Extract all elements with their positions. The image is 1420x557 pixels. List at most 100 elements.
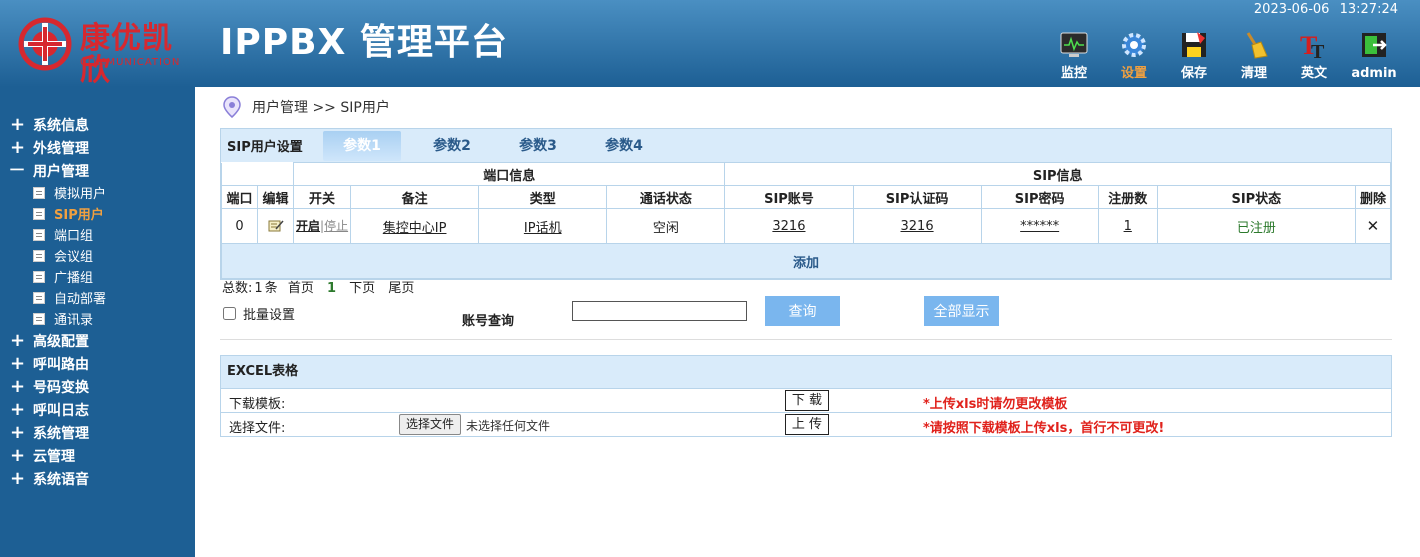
col-header-note: 备注 <box>350 185 480 209</box>
toolbar-language-button[interactable]: TT 英文 <box>1290 30 1338 86</box>
sidebar-menu-trunk[interactable]: + 外线管理 <box>0 136 195 159</box>
col-header-switch: 开关 <box>293 185 352 209</box>
batch-setting-checkbox[interactable] <box>223 307 236 320</box>
save-icon <box>1182 32 1206 57</box>
download-warning: *上传xls时请勿更改模板 <box>923 397 1068 412</box>
download-template-label: 下载模板: <box>229 397 286 412</box>
date-text: 2023-06-06 <box>1253 2 1330 17</box>
submenu-label: 模拟用户 <box>54 187 107 202</box>
choose-file-button[interactable]: 选择文件 <box>399 414 462 435</box>
switch-on-link[interactable]: 开启 <box>296 219 320 233</box>
col-header-call-status: 通话状态 <box>606 185 726 209</box>
sidebar-item-conference[interactable]: 会议组 <box>0 245 195 266</box>
sidebar-menu-advanced[interactable]: + 高级配置 <box>0 329 195 352</box>
language-icon: TT <box>1300 31 1325 60</box>
download-button[interactable]: 下 载 <box>785 390 829 411</box>
port-cell: 0 <box>220 208 259 244</box>
page-icon <box>33 228 45 241</box>
download-template-row: 下载模板: 下 载 *上传xls时请勿更改模板 <box>221 388 1391 412</box>
password-link[interactable]: ****** <box>1020 219 1059 234</box>
toolbar-monitor-button[interactable]: 监控 <box>1050 30 1098 86</box>
header-bar: 康优凯欣 COMMUNICATION IPPBX 管理平台 2023-06-06… <box>0 0 1420 87</box>
col-header-delete: 删除 <box>1354 185 1392 209</box>
search-button[interactable]: 查询 <box>765 296 840 326</box>
reg-count-link[interactable]: 1 <box>1124 219 1132 234</box>
switch-cell: 开启|停止 <box>293 208 352 244</box>
sidebar-menu-system-voice[interactable]: + 系统语音 <box>0 467 195 490</box>
expand-icon: + <box>10 467 26 489</box>
edit-cell <box>257 208 295 244</box>
page-icon <box>33 249 45 262</box>
toolbar-save-button[interactable]: 保存 <box>1170 30 1218 86</box>
switch-off-link[interactable]: 停止 <box>324 219 348 233</box>
delete-icon[interactable]: ✕ <box>1367 217 1380 235</box>
expand-icon: + <box>10 329 26 351</box>
svg-text:T: T <box>1311 41 1325 60</box>
sip-user-table: 端口信息 SIP信息 端口 编辑 开关 备注 类型 通话状态 SIP账号 SIP… <box>220 162 1392 279</box>
toolbar-label: 英文 <box>1300 66 1327 81</box>
monitor-icon <box>1060 32 1088 57</box>
tab-param3[interactable]: 参数3 <box>495 131 581 161</box>
toolbar-settings-button[interactable]: 设置 <box>1110 30 1158 86</box>
edit-icon[interactable] <box>268 219 284 233</box>
divider <box>220 339 1392 340</box>
note-link[interactable]: 集控中心IP <box>383 221 447 236</box>
account-query-input[interactable] <box>572 301 747 321</box>
menu-label: 呼叫日志 <box>33 402 89 419</box>
sidebar-menu-cloud[interactable]: + 云管理 <box>0 444 195 467</box>
column-header-row: 端口 编辑 开关 备注 类型 通话状态 SIP账号 SIP认证码 SIP密码 注… <box>220 185 1392 209</box>
first-page-link[interactable]: 首页 <box>288 281 314 296</box>
tab-param4[interactable]: 参数4 <box>581 131 667 161</box>
col-header-port: 端口 <box>220 185 259 209</box>
sidebar-item-analog-users[interactable]: 模拟用户 <box>0 182 195 203</box>
sidebar-item-sip-users[interactable]: SIP用户 <box>0 203 195 224</box>
logo-mark-icon <box>18 17 72 71</box>
add-button[interactable]: 添加 <box>221 243 1391 279</box>
auth-cell: 3216 <box>852 208 982 244</box>
company-logo: 康优凯欣 COMMUNICATION <box>18 17 198 87</box>
sidebar-menu-users[interactable]: 一用户管理 <box>0 159 195 182</box>
toolbar-clean-button[interactable]: 清理 <box>1230 30 1278 86</box>
col-header-type: 类型 <box>478 185 608 209</box>
sip-user-settings-panel: SIP用户设置 参数1 参数2 参数3 参数4 端口信息 SIP信息 端口 编辑… <box>220 128 1392 280</box>
toolbar-label: 清理 <box>1240 66 1267 81</box>
type-link[interactable]: IP话机 <box>524 221 562 236</box>
sidebar-menu-number-transform[interactable]: + 号码变换 <box>0 375 195 398</box>
last-page-link[interactable]: 尾页 <box>388 281 414 296</box>
submenu-label: 通讯录 <box>54 313 94 328</box>
logout-icon <box>1362 33 1387 57</box>
sidebar-menu-system-info[interactable]: + 系统信息 <box>0 113 195 136</box>
menu-label: 系统信息 <box>33 117 89 134</box>
total-label: 总数: <box>222 281 253 296</box>
upload-button[interactable]: 上 传 <box>785 414 829 435</box>
sidebar-item-address-book[interactable]: 通讯录 <box>0 308 195 329</box>
platform-title: IPPBX 管理平台 <box>220 22 508 63</box>
toolbar-label: 保存 <box>1180 66 1207 81</box>
reg-count-cell: 1 <box>1097 208 1158 244</box>
menu-label: 高级配置 <box>33 333 89 350</box>
tab-param1[interactable]: 参数1 <box>323 130 401 161</box>
sidebar-menu-call-log[interactable]: + 呼叫日志 <box>0 398 195 421</box>
sidebar-menu-system-admin[interactable]: + 系统管理 <box>0 421 195 444</box>
next-page-link[interactable]: 下页 <box>349 281 375 296</box>
auth-link[interactable]: 3216 <box>901 219 934 234</box>
breadcrumb-text: 用户管理 >> SIP用户 <box>252 100 390 116</box>
group-header-row: 端口信息 SIP信息 <box>220 162 1391 186</box>
page-icon <box>33 270 45 283</box>
toolbar-label: 设置 <box>1120 66 1147 81</box>
sidebar-item-port-group[interactable]: 端口组 <box>0 224 195 245</box>
sidebar-item-broadcast[interactable]: 广播组 <box>0 266 195 287</box>
blank-header <box>220 162 295 186</box>
account-link[interactable]: 3216 <box>772 219 805 234</box>
delete-cell: ✕ <box>1354 208 1392 244</box>
panel-title: SIP用户设置 <box>227 140 303 155</box>
sidebar-menu-call-routing[interactable]: + 呼叫路由 <box>0 352 195 375</box>
upload-warning: *请按照下载模板上传xls，首行不可更改! <box>923 421 1165 436</box>
show-all-button[interactable]: 全部显示 <box>924 296 999 326</box>
note-cell: 集控中心IP <box>350 208 480 244</box>
sidebar-item-auto-deploy[interactable]: 自动部署 <box>0 287 195 308</box>
group-header-sip-info: SIP信息 <box>724 162 1391 186</box>
account-query-label: 账号查询 <box>462 314 515 329</box>
tab-param2[interactable]: 参数2 <box>409 131 495 161</box>
toolbar-admin-button[interactable]: admin <box>1350 30 1398 86</box>
